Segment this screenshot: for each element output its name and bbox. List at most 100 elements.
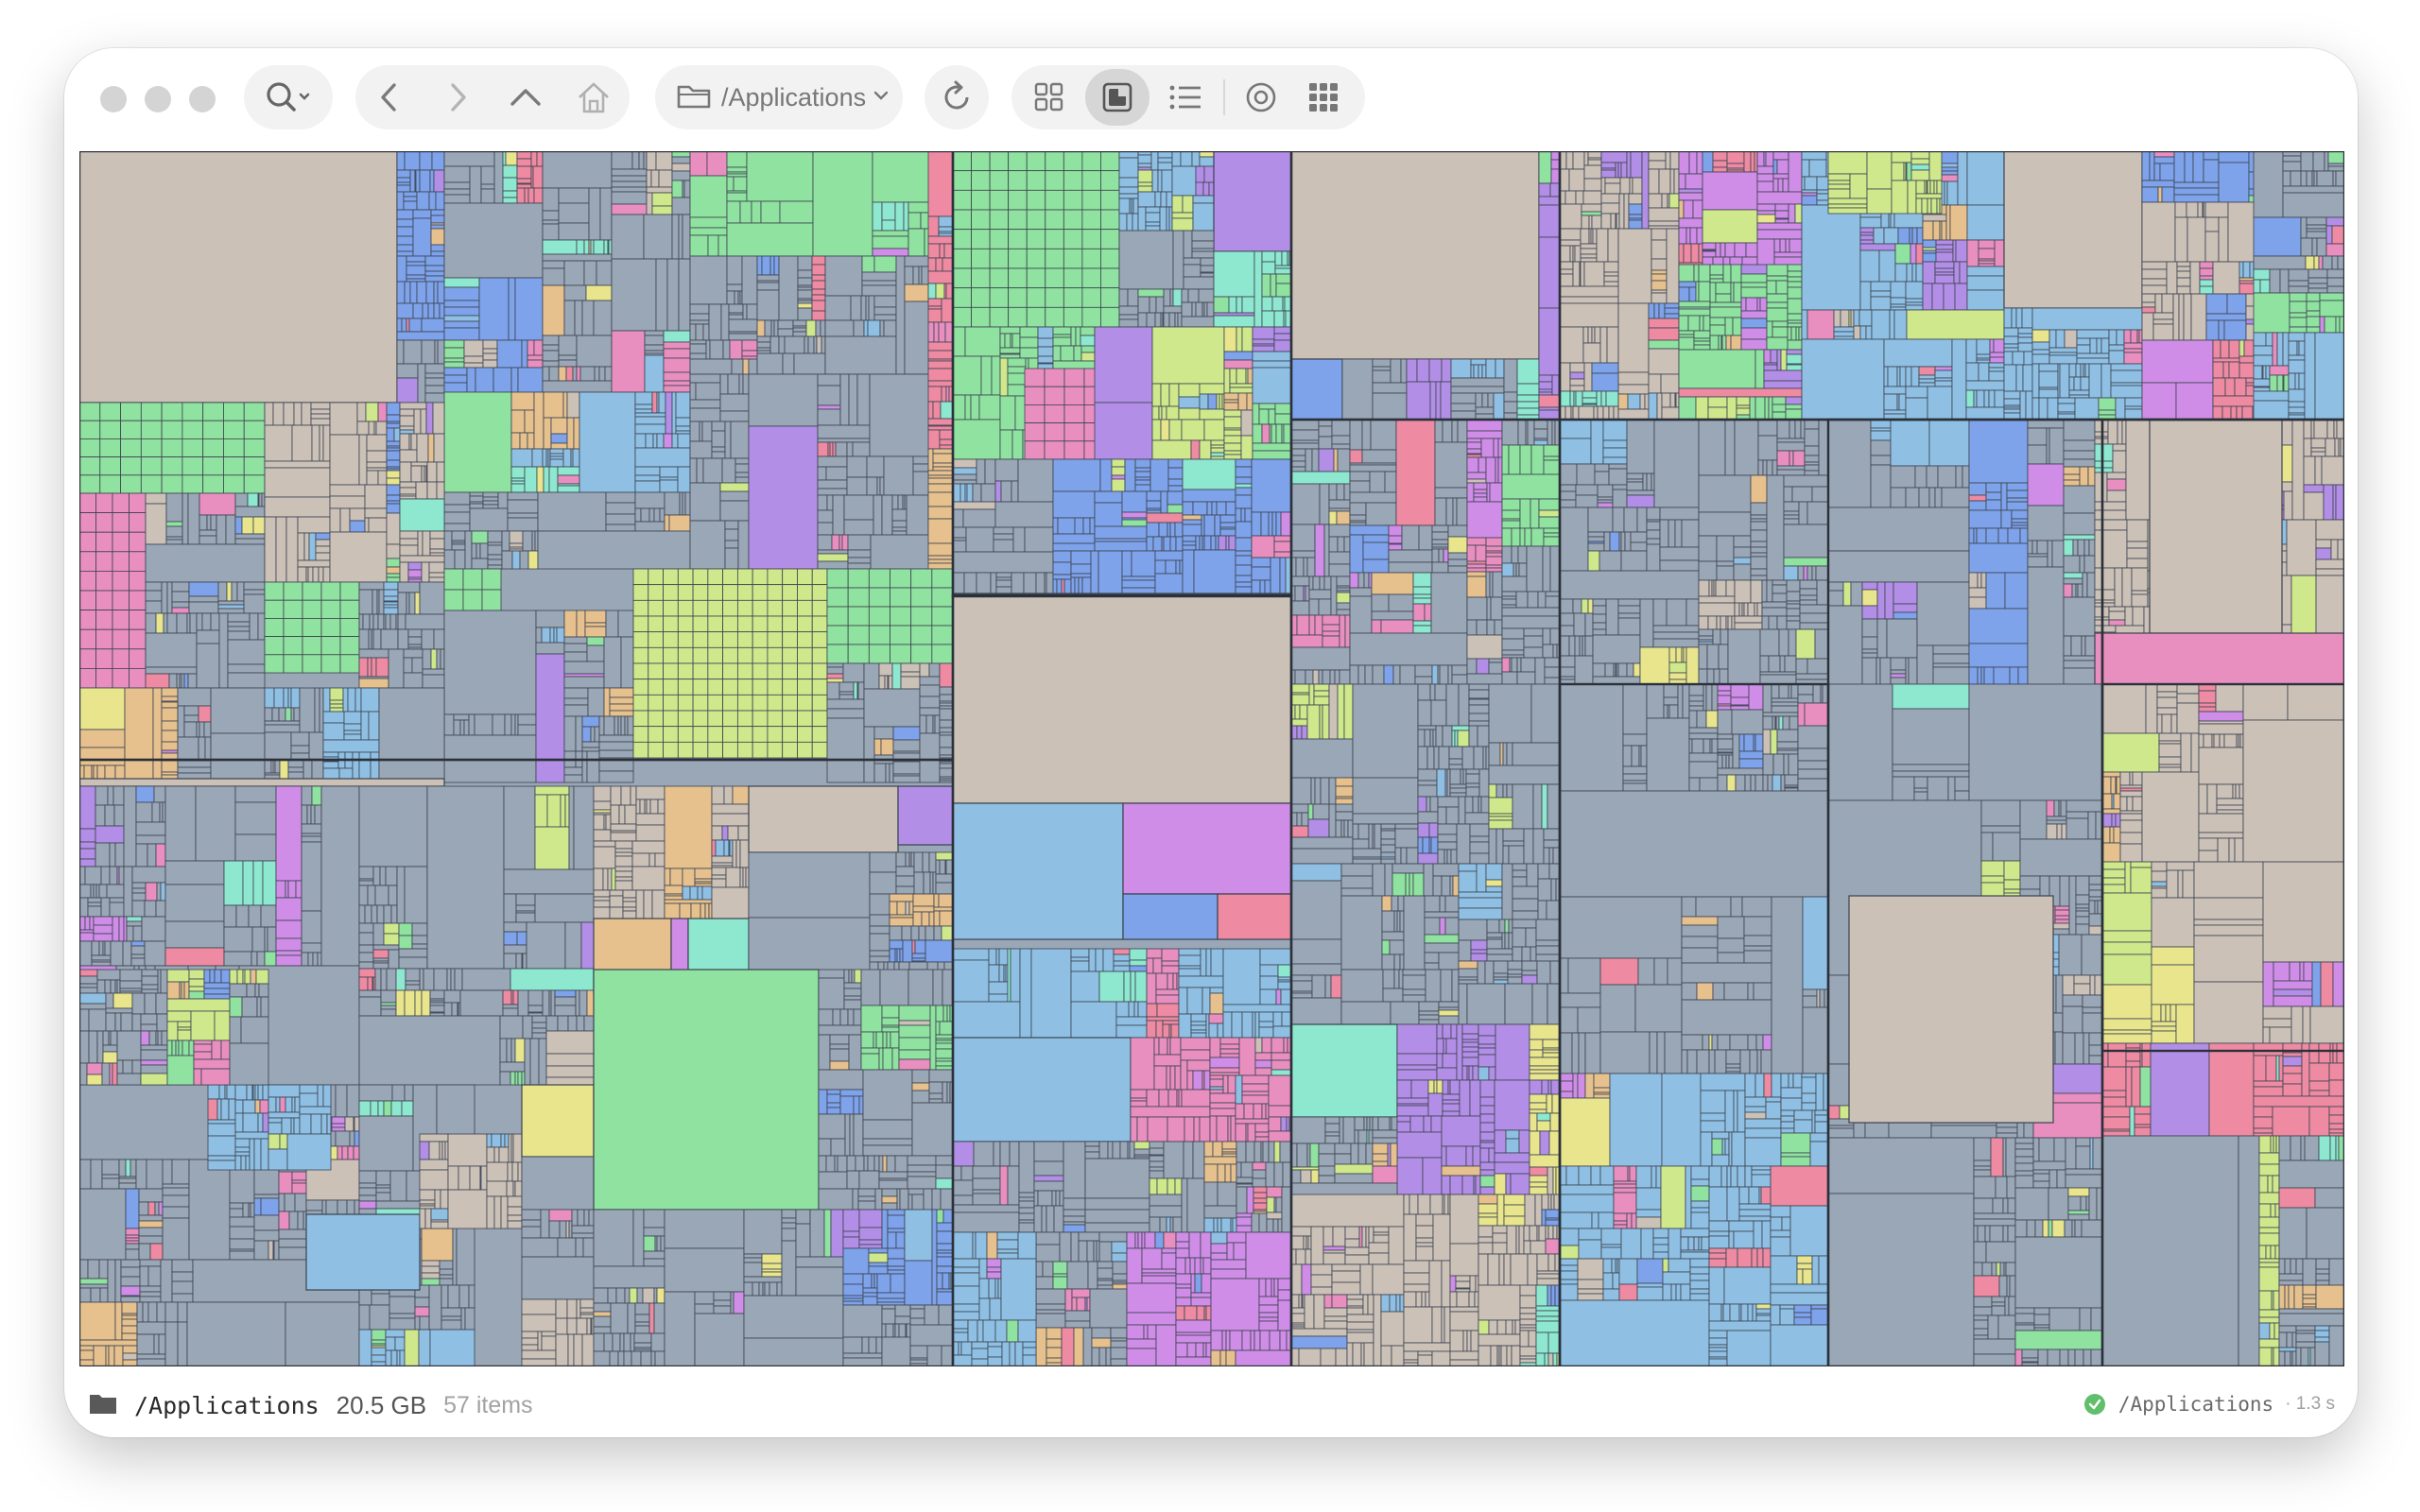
treemap-tile[interactable]	[1174, 1065, 1182, 1091]
treemap-tile[interactable]	[188, 595, 219, 603]
treemap-tile[interactable]	[1216, 501, 1227, 516]
treemap-tile[interactable]	[1137, 191, 1156, 208]
treemap-tile[interactable]	[79, 1283, 109, 1289]
treemap-tile[interactable]	[973, 1141, 994, 1167]
treemap-tile[interactable]	[1052, 542, 1096, 552]
treemap-tile[interactable]	[1283, 1037, 1288, 1054]
treemap-tile[interactable]	[694, 1291, 715, 1305]
treemap-tile[interactable]	[1501, 591, 1517, 597]
treemap-tile[interactable]	[707, 710, 724, 728]
treemap-tile[interactable]	[1252, 326, 1275, 340]
treemap-tile[interactable]	[1290, 880, 1342, 940]
treemap-tile[interactable]	[811, 300, 826, 312]
treemap-tile[interactable]	[678, 258, 691, 332]
treemap-tile[interactable]	[885, 1323, 894, 1338]
treemap-tile[interactable]	[521, 1337, 539, 1346]
treemap-tile[interactable]	[268, 1084, 301, 1098]
treemap-tile[interactable]	[1181, 1089, 1211, 1108]
treemap-tile[interactable]	[1349, 449, 1363, 464]
treemap-tile[interactable]	[145, 543, 266, 583]
treemap-tile[interactable]	[339, 599, 360, 619]
treemap-tile[interactable]	[285, 1096, 293, 1113]
treemap-tile[interactable]	[243, 589, 266, 595]
treemap-tile[interactable]	[1175, 1305, 1185, 1321]
treemap-tile[interactable]	[927, 350, 954, 360]
treemap-tile[interactable]	[682, 491, 686, 516]
treemap-tile[interactable]	[826, 678, 844, 683]
treemap-tile[interactable]	[617, 610, 634, 638]
treemap-tile[interactable]	[79, 785, 96, 830]
treemap-tile[interactable]	[622, 910, 637, 919]
treemap-tile[interactable]	[1254, 1067, 1272, 1076]
treemap-tile[interactable]	[399, 530, 419, 540]
treemap-tile[interactable]	[729, 839, 734, 857]
treemap-tile[interactable]	[1269, 1330, 1281, 1351]
treemap-tile[interactable]	[584, 626, 607, 638]
treemap-tile[interactable]	[121, 1318, 138, 1327]
treemap-tile[interactable]	[411, 943, 428, 950]
treemap-tile[interactable]	[79, 628, 96, 650]
treemap-tile[interactable]	[1259, 579, 1266, 594]
treemap-tile[interactable]	[936, 1272, 943, 1290]
treemap-tile[interactable]	[1352, 823, 1359, 840]
treemap-tile[interactable]	[721, 457, 736, 484]
treemap-tile[interactable]	[428, 576, 445, 583]
treemap-tile[interactable]	[1268, 1105, 1292, 1118]
treemap-tile[interactable]	[339, 581, 360, 601]
treemap-tile[interactable]	[1063, 287, 1083, 308]
treemap-tile[interactable]	[409, 169, 416, 193]
treemap-tile[interactable]	[1273, 1161, 1284, 1188]
treemap-tile[interactable]	[1044, 386, 1065, 405]
treemap-tile[interactable]	[278, 1211, 290, 1230]
treemap-tile[interactable]	[507, 1220, 523, 1229]
treemap-tile[interactable]	[1274, 265, 1292, 269]
treemap-tile[interactable]	[590, 726, 596, 743]
treemap-tile[interactable]	[1519, 527, 1526, 547]
treemap-tile[interactable]	[732, 785, 750, 805]
treemap-tile[interactable]	[443, 165, 471, 183]
treemap-tile[interactable]	[110, 979, 116, 994]
treemap-tile[interactable]	[396, 177, 411, 183]
treemap-tile[interactable]	[161, 402, 183, 421]
treemap-tile[interactable]	[147, 1301, 158, 1323]
treemap-tile[interactable]	[1322, 635, 1340, 648]
treemap-tile[interactable]	[510, 367, 519, 393]
treemap-tile[interactable]	[935, 1065, 954, 1071]
treemap-tile[interactable]	[510, 448, 533, 468]
treemap-tile[interactable]	[315, 532, 331, 541]
treemap-tile[interactable]	[248, 904, 262, 928]
treemap-tile[interactable]	[156, 882, 162, 902]
treemap-tile[interactable]	[496, 339, 523, 369]
treemap-tile[interactable]	[927, 360, 954, 369]
treemap-tile[interactable]	[229, 996, 243, 1018]
treemap-tile[interactable]	[1081, 151, 1101, 172]
treemap-tile[interactable]	[372, 944, 400, 951]
treemap-tile[interactable]	[162, 1183, 190, 1189]
treemap-tile[interactable]	[275, 897, 302, 921]
treemap-tile[interactable]	[663, 357, 691, 373]
treemap-tile[interactable]	[119, 969, 143, 982]
treemap-tile[interactable]	[1223, 442, 1242, 452]
treemap-tile[interactable]	[862, 1138, 913, 1146]
treemap-tile[interactable]	[375, 1187, 391, 1194]
treemap-tile[interactable]	[1111, 458, 1126, 468]
treemap-tile[interactable]	[125, 1243, 140, 1250]
treemap-tile[interactable]	[1252, 1177, 1267, 1188]
treemap-tile[interactable]	[396, 169, 411, 179]
treemap-tile[interactable]	[593, 906, 611, 919]
treemap-tile[interactable]	[742, 358, 750, 375]
treemap-tile[interactable]	[541, 627, 551, 644]
treemap-tile[interactable]	[952, 458, 977, 469]
treemap-tile[interactable]	[1322, 624, 1340, 632]
treemap-tile[interactable]	[817, 404, 841, 410]
treemap-tile[interactable]	[1209, 1108, 1236, 1117]
treemap-tile[interactable]	[1134, 1231, 1139, 1249]
treemap-tile[interactable]	[162, 1187, 190, 1196]
treemap-tile[interactable]	[826, 698, 865, 710]
treemap-tile[interactable]	[1476, 619, 1488, 636]
treemap-tile[interactable]	[881, 1336, 911, 1366]
treemap-tile[interactable]	[517, 713, 537, 726]
treemap-tile[interactable]	[320, 581, 341, 601]
treemap-tile[interactable]	[250, 969, 257, 985]
treemap-tile[interactable]	[1371, 572, 1414, 595]
